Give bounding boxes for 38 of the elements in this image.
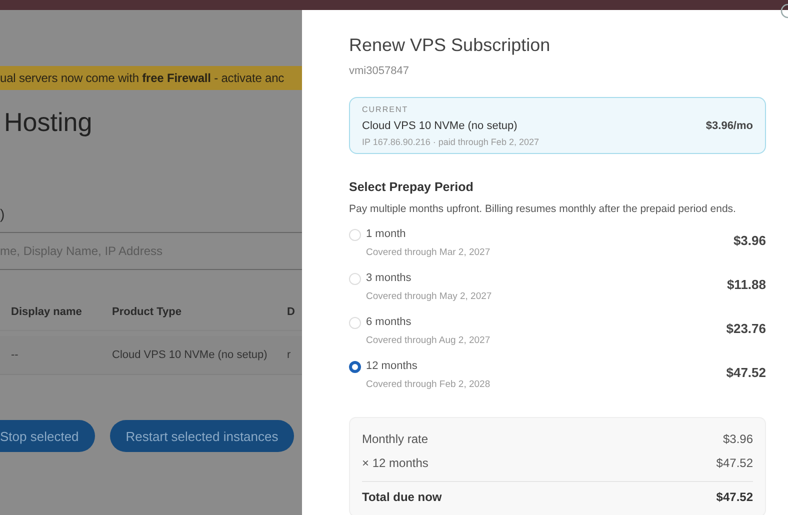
column-header: Product Type (112, 306, 182, 318)
coverage-text: Covered through May 2, 2027 (366, 291, 493, 302)
table-cell-text: Cloud VPS 10 NVMe (no setup) (112, 349, 268, 361)
period-label: 6 months (366, 316, 412, 328)
plan-price: $3.96/mo (706, 120, 753, 132)
column-header: Display name (10, 306, 83, 318)
period-price: $47.52 (726, 365, 766, 380)
summary-label: × 12 months (362, 456, 428, 470)
announcement-text: ual servers now come with free Firewall - activate anc (0, 71, 284, 85)
period-price: $23.76 (726, 321, 766, 336)
table-cell-text: -- (10, 349, 20, 361)
coverage-text: Covered through Feb 2, 2028 (366, 379, 492, 390)
plan-details: IP 167.86.90.216 · paid through Feb 2, 2027 (362, 137, 540, 147)
period-label: 12 months (366, 360, 418, 372)
coverage-text: Covered through Aug 2, 2027 (366, 335, 492, 346)
table-cell: r (287, 349, 291, 361)
summary-value: $47.52 (716, 456, 753, 470)
period-price: $3.96 (733, 233, 766, 248)
section-description: Pay multiple months upfront. Billing resumes monthly after the prepaid period ends. (349, 203, 737, 215)
period-label: 3 months (366, 272, 412, 284)
server-id: vmi3057847 (349, 65, 410, 77)
coverage-text: Covered through Mar 2, 2027 (366, 247, 492, 258)
count-text: ) (0, 206, 6, 222)
period-price: $11.88 (726, 277, 766, 292)
card-label: CURRENT (362, 105, 410, 114)
summary-value: $3.96 (722, 432, 753, 446)
total-value: $47.52 (716, 490, 753, 504)
section-title: Select Prepay Period (349, 180, 474, 194)
plan-name: Cloud VPS 10 NVMe (no setup) (362, 120, 518, 132)
column-header: D (287, 306, 295, 318)
action-button[interactable]: Restart selected instances (110, 420, 294, 452)
period-label: 1 month (366, 228, 407, 240)
total-label: Total due now (362, 490, 442, 504)
action-button[interactable]: Stop selected (0, 420, 95, 452)
drawer-title: Renew VPS Subscription (349, 35, 552, 56)
summary-label: Monthly rate (362, 432, 428, 446)
page-title: Hosting (4, 107, 94, 138)
radio-button[interactable] (349, 361, 361, 373)
